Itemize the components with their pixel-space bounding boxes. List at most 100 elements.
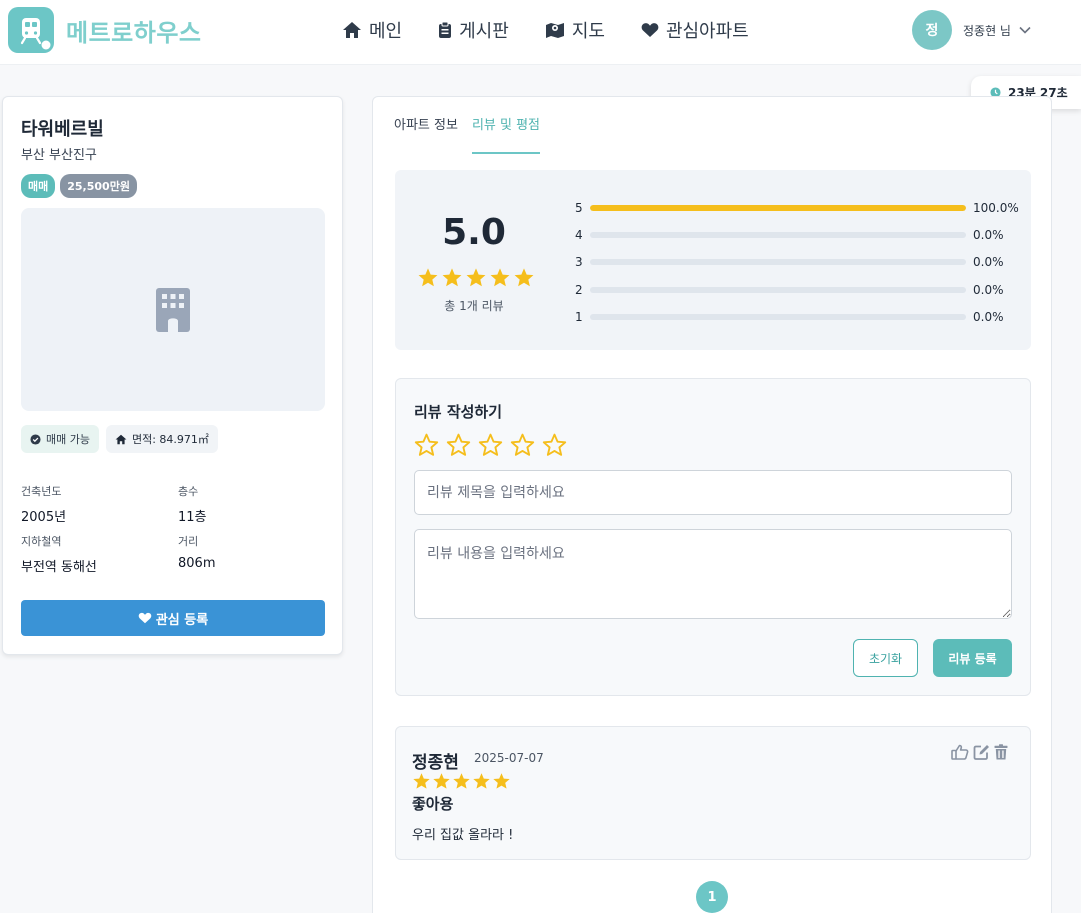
pagination-page-1[interactable]: 1 — [696, 881, 728, 913]
rating-bar-score: 2 — [575, 282, 583, 297]
info-label: 지하철역 — [21, 535, 62, 548]
user-name: 정종현 님 — [963, 23, 1011, 38]
rating-bar-track — [590, 313, 966, 320]
review-body: 우리 집값 올라라 ! — [412, 828, 514, 843]
star-filled-icon — [473, 773, 490, 789]
nav-board[interactable]: 게시판 — [438, 17, 509, 43]
review-title-input[interactable] — [414, 470, 1012, 515]
submit-review-button[interactable]: 리뷰 등록 — [933, 639, 1012, 677]
rating-bar-percent: 0.0% — [973, 255, 1004, 270]
rating-bar-track — [590, 204, 966, 211]
rating-bar-row: 1 0.0% — [575, 303, 1019, 330]
rating-bar-row: 2 0.0% — [575, 276, 1019, 303]
rating-bar-score: 3 — [575, 255, 583, 270]
info-floors: 층수 11층 — [178, 483, 207, 525]
star-filled-icon — [514, 268, 534, 287]
nav-main-label: 메인 — [369, 21, 403, 42]
area-chip: 면적: 84.971㎡ — [105, 425, 218, 453]
star-outline-icon[interactable] — [542, 433, 567, 458]
nav-favorites[interactable]: 관심아파트 — [641, 17, 749, 43]
nav-map-label: 지도 — [571, 21, 605, 42]
review-author: 정종현 — [412, 753, 459, 773]
nav-map[interactable]: 지도 — [545, 17, 605, 43]
detail-panel: 아파트 정보 리뷰 및 평점 5.0 총 1개 리뷰 5 100.0% 4 0.0% 3… — [372, 96, 1052, 913]
price-badge: 25,500만원 — [60, 174, 137, 198]
user-menu[interactable]: 정 정종현 님 — [912, 10, 1031, 50]
review-body-input[interactable] — [414, 529, 1012, 619]
home-icon — [343, 22, 361, 38]
info-label: 층수 — [178, 485, 199, 498]
tab-apartment-info[interactable]: 아파트 정보 — [394, 114, 458, 154]
info-value: 11층 — [178, 510, 207, 525]
logo[interactable]: 메트로하우스 — [8, 7, 201, 53]
status-chip-label: 매매 가능 — [46, 433, 90, 446]
rating-bar-score: 5 — [575, 200, 583, 215]
rating-distribution: 5 100.0% 4 0.0% 3 0.0% 2 0.0% 1 0.0% — [575, 194, 1019, 330]
info-value: 부전역 동해선 — [21, 560, 97, 575]
review-date: 2025-07-07 — [474, 751, 544, 765]
edit-icon[interactable] — [973, 744, 990, 760]
main-nav: 메인 게시판 지도 관심아파트 — [342, 17, 785, 43]
area-chip-label: 면적: 84.971㎡ — [131, 433, 209, 446]
review-count: 총 1개 리뷰 — [444, 299, 504, 313]
info-label: 건축년도 — [21, 485, 62, 498]
star-filled-icon — [442, 268, 462, 287]
review-form: 리뷰 작성하기 초기화 리뷰 등록 — [395, 378, 1031, 696]
heart-icon — [641, 23, 659, 37]
nav-board-label: 게시판 — [459, 21, 509, 42]
info-label: 거리 — [178, 535, 199, 548]
rating-bar-track — [590, 259, 966, 266]
review-title: 좋아용 — [412, 795, 454, 813]
rating-bar-score: 4 — [575, 227, 583, 242]
heart-icon — [138, 612, 152, 624]
rating-bar-track — [590, 231, 966, 238]
star-filled-icon — [490, 268, 510, 287]
tab-reviews[interactable]: 리뷰 및 평점 — [471, 114, 541, 154]
detail-tabs: 아파트 정보 리뷰 및 평점 — [394, 114, 554, 154]
home-icon — [115, 434, 127, 444]
star-filled-icon — [453, 773, 470, 789]
status-chip: 매매 가능 — [21, 425, 99, 453]
add-favorite-button[interactable]: 관심 등록 — [21, 600, 325, 636]
star-outline-icon[interactable] — [510, 433, 535, 458]
chevron-down-icon — [1019, 26, 1031, 34]
rating-bar-score: 1 — [575, 309, 583, 324]
app-name: 메트로하우스 — [66, 18, 202, 47]
deal-type-badge: 매매 — [21, 174, 56, 198]
star-outline-icon[interactable] — [478, 433, 503, 458]
trash-icon[interactable] — [994, 744, 1008, 760]
thumbs-up-icon[interactable] — [951, 744, 969, 760]
average-rating: 5.0 — [442, 212, 506, 253]
nav-main[interactable]: 메인 — [342, 17, 402, 43]
info-distance: 거리 806m — [178, 533, 215, 571]
rating-bar-percent: 0.0% — [973, 282, 1004, 297]
star-filled-icon — [493, 773, 510, 789]
rating-summary: 5.0 총 1개 리뷰 5 100.0% 4 0.0% 3 0.0% 2 0.0% 1 0.0% — [395, 170, 1031, 350]
info-subway: 지하철역 부전역 동해선 — [21, 533, 97, 575]
star-filled-icon — [433, 773, 450, 789]
review-actions — [951, 744, 1012, 760]
rating-bar-percent: 0.0% — [973, 227, 1004, 242]
reset-button[interactable]: 초기화 — [853, 639, 918, 677]
rating-bar-row: 5 100.0% — [575, 194, 1019, 221]
star-outline-icon[interactable] — [414, 433, 439, 458]
apartment-image-placeholder — [21, 208, 325, 411]
info-build-year: 건축년도 2005년 — [21, 483, 66, 525]
top-navbar: 메트로하우스 메인 게시판 지도 관심아파트 정 정종현 님 — [0, 0, 1081, 65]
avatar-notch — [942, 22, 951, 40]
clipboard-icon — [439, 21, 452, 38]
apartment-address: 부산 부산진구 — [21, 148, 97, 163]
star-filled-icon — [418, 268, 438, 287]
rating-bar-percent: 100.0% — [973, 200, 1019, 215]
average-stars — [417, 267, 537, 289]
review-form-title: 리뷰 작성하기 — [414, 403, 503, 421]
star-outline-icon[interactable] — [446, 433, 471, 458]
info-value: 806m — [178, 556, 216, 571]
map-icon — [545, 23, 564, 38]
star-filled-icon — [413, 773, 430, 789]
rating-bar-track — [590, 286, 966, 293]
check-circle-icon — [30, 433, 41, 445]
rating-bar-row: 4 0.0% — [575, 221, 1019, 248]
star-filled-icon — [466, 268, 486, 287]
train-icon — [8, 7, 54, 53]
